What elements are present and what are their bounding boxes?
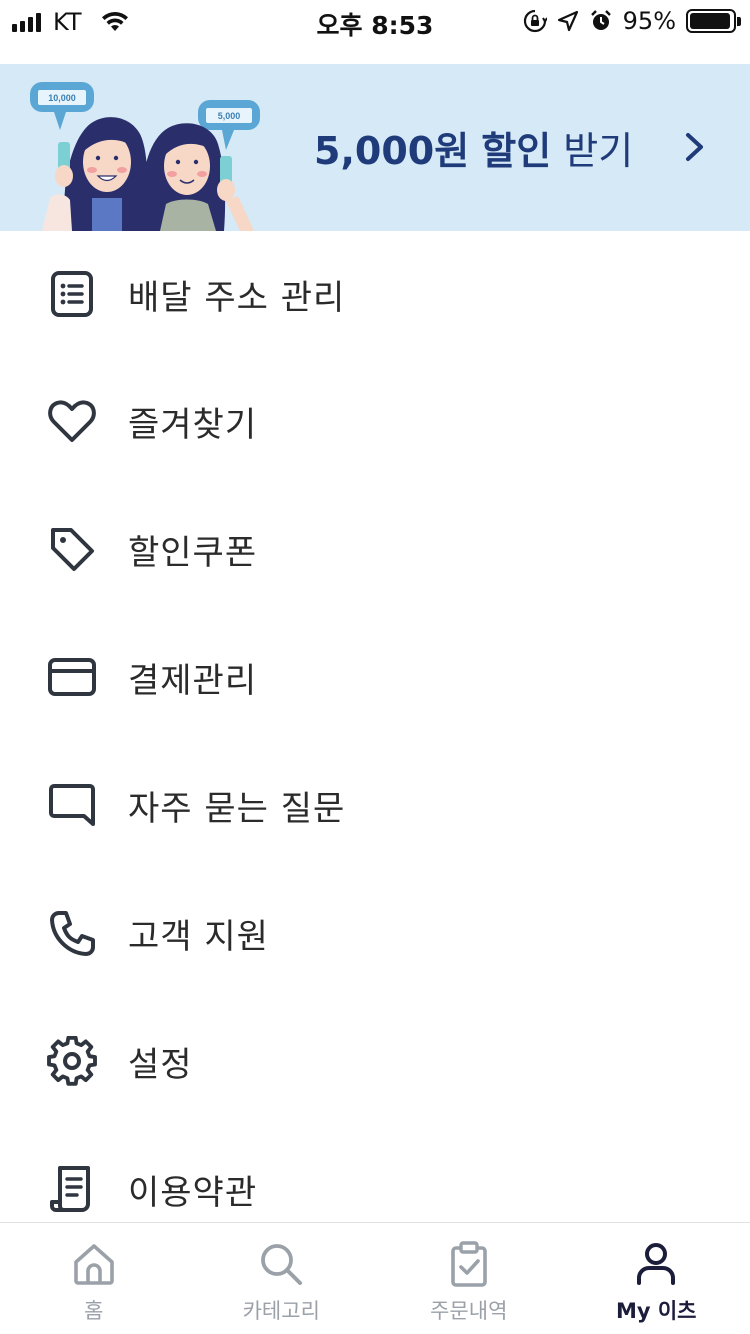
- orientation-lock-icon: [523, 9, 547, 33]
- battery-percent: 95%: [622, 7, 676, 35]
- banner-discount: 할인: [481, 129, 552, 173]
- bottom-tab-bar: 홈 카테고리 주문내역 My 이츠: [0, 1222, 750, 1334]
- banner-receive: 받기: [563, 129, 634, 173]
- cellular-signal-icon: [12, 12, 41, 32]
- tab-my-eats[interactable]: My 이츠: [563, 1223, 750, 1334]
- bubble-left-text: 10,000: [48, 93, 76, 103]
- menu-item-label: 이용약관: [128, 1172, 258, 1213]
- home-icon: [73, 1244, 114, 1285]
- tab-label: 홈: [84, 1299, 104, 1323]
- menu-item-address[interactable]: 배달 주소 관리: [0, 231, 750, 357]
- two-women-illustration: 10,000 5,000: [30, 82, 260, 231]
- menu-item-payment[interactable]: 결제관리: [0, 613, 750, 741]
- menu-item-label: 자주 묻는 질문: [128, 788, 346, 829]
- status-bar: KT 오후 8:53 95%: [0, 0, 750, 40]
- menu-item-label: 배달 주소 관리: [128, 277, 346, 318]
- banner-headline: 5,000원 할인 받기: [314, 120, 633, 175]
- tag-icon: [46, 523, 98, 575]
- person-icon: [637, 1243, 676, 1285]
- gear-icon: [46, 1035, 98, 1087]
- location-arrow-icon: [557, 10, 578, 32]
- menu-item-support[interactable]: 고객 지원: [0, 869, 750, 997]
- alarm-icon: [590, 10, 611, 30]
- chat-bubble-icon: [46, 779, 98, 831]
- battery-icon: [686, 9, 741, 33]
- menu-item-settings[interactable]: 설정: [0, 997, 750, 1125]
- menu-item-faq[interactable]: 자주 묻는 질문: [0, 741, 750, 869]
- carrier-name: KT: [53, 8, 82, 36]
- my-menu-list: 배달 주소 관리 즐겨찾기 할인쿠폰 결제관리 자주 묻는 질문 고객 지원 설…: [0, 231, 750, 1253]
- menu-item-label: 즐겨찾기: [128, 404, 258, 445]
- tab-label: 주문내역: [430, 1299, 508, 1323]
- tab-category[interactable]: 카테고리: [188, 1223, 376, 1334]
- tab-orders[interactable]: 주문내역: [375, 1223, 563, 1334]
- wifi-icon: [101, 11, 128, 31]
- discount-promo-banner[interactable]: 10,000 5,000 5,000원 할인 받기: [0, 64, 750, 231]
- bubble-right-text: 5,000: [218, 111, 241, 121]
- document-icon: [46, 1163, 98, 1215]
- search-icon: [261, 1244, 303, 1285]
- credit-card-icon: [46, 651, 98, 703]
- menu-item-label: 설정: [128, 1044, 193, 1085]
- address-list-icon: [46, 268, 98, 320]
- heart-icon: [46, 395, 98, 447]
- phone-icon: [46, 907, 98, 959]
- tab-label: 카테고리: [242, 1299, 320, 1323]
- menu-item-label: 고객 지원: [128, 916, 269, 957]
- menu-item-label: 할인쿠폰: [128, 532, 258, 573]
- chevron-right-icon: [686, 133, 703, 161]
- menu-item-coupons[interactable]: 할인쿠폰: [0, 485, 750, 613]
- clipboard-check-icon: [450, 1241, 487, 1287]
- menu-item-label: 결제관리: [128, 660, 258, 701]
- tab-label: My 이츠: [615, 1299, 697, 1323]
- menu-item-favorites[interactable]: 즐겨찾기: [0, 357, 750, 485]
- tab-home[interactable]: 홈: [0, 1223, 188, 1334]
- banner-amount: 5,000원: [314, 129, 470, 173]
